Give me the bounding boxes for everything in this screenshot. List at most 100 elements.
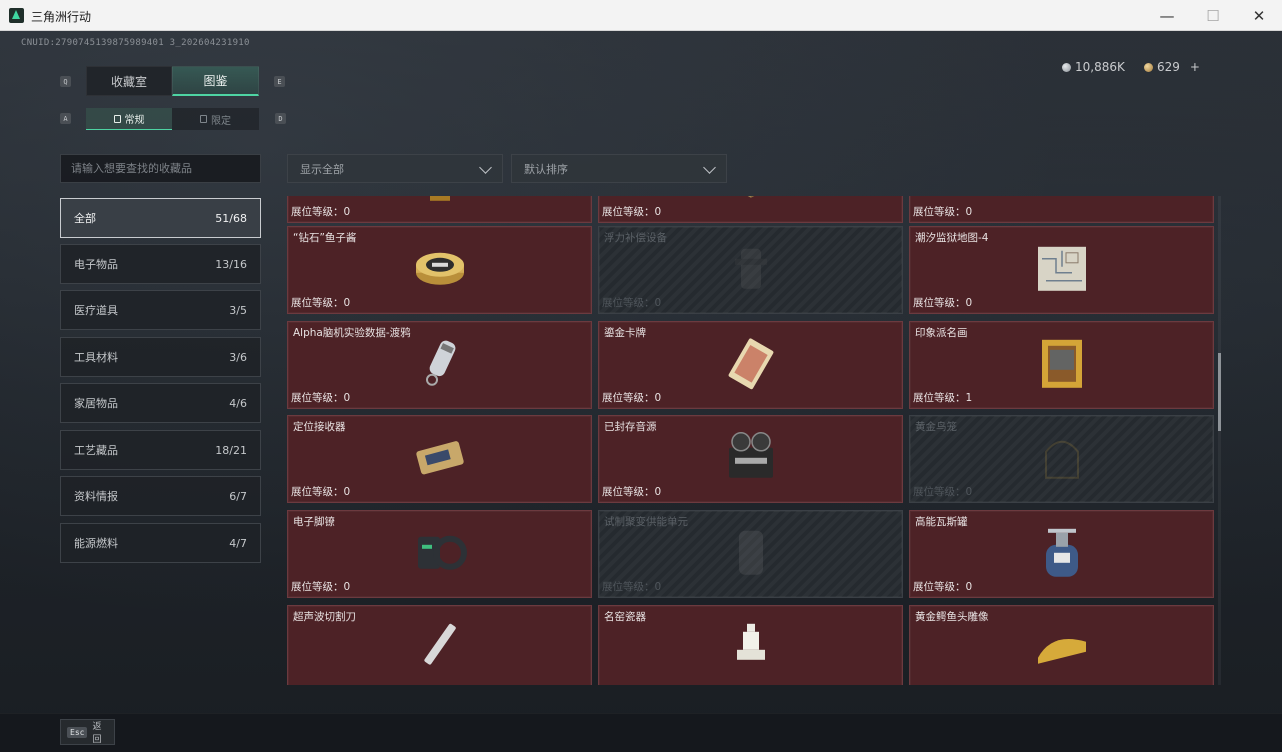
collection-grid: 展位等级：0 展位等级：0 展位等级：0 “钻石”鱼子酱 展位等级：0 浮力补偿设备 展位等…	[287, 196, 1216, 685]
level-label: 展位等级：	[913, 206, 966, 218]
limited-icon	[200, 115, 207, 123]
level-value: 0	[654, 297, 662, 309]
collection-card[interactable]: 定位接收器 展位等级：0	[287, 415, 592, 503]
level-value: 0	[965, 581, 973, 593]
level-value: 0	[965, 486, 973, 498]
category-item[interactable]: 能源燃料 4/7	[60, 523, 261, 563]
collection-card[interactable]: 黄金鳄鱼头雕像	[909, 605, 1214, 685]
search-input[interactable]	[60, 154, 261, 183]
collection-card[interactable]: 展位等级：0	[287, 196, 592, 223]
level-label: 展位等级：	[913, 392, 966, 404]
collection-card[interactable]: 高能瓦斯罐 展位等级：0	[909, 510, 1214, 598]
category-count: 4/6	[229, 396, 247, 410]
buoyancy-device-icon	[721, 239, 781, 299]
category-item[interactable]: 工艺藏品 18/21	[60, 430, 261, 470]
card-display-level: 展位等级：0	[291, 295, 350, 310]
subtab-limited[interactable]: 限定	[172, 108, 259, 130]
category-label: 家居物品	[74, 397, 118, 410]
close-button[interactable]: ✕	[1236, 0, 1282, 31]
app-logo-icon	[9, 8, 24, 23]
minimize-button[interactable]: —	[1144, 0, 1190, 31]
scrollbar-thumb[interactable]	[1218, 353, 1221, 431]
collection-card[interactable]: 电子脚镣 展位等级：0	[287, 510, 592, 598]
add-currency-button[interactable]: +	[1190, 60, 1200, 74]
level-label: 展位等级：	[913, 297, 966, 309]
level-value: 0	[654, 581, 662, 593]
bottom-bar	[0, 713, 1282, 752]
receiver-icon	[410, 428, 470, 488]
card-item-name: 潮汐监狱地图-4	[915, 232, 989, 244]
level-value: 0	[654, 486, 662, 498]
category-item[interactable]: 资料情报 6/7	[60, 476, 261, 516]
collection-card[interactable]: 黄金鸟笼 展位等级：0	[909, 415, 1214, 503]
data-canister-icon	[410, 334, 470, 394]
level-label: 展位等级：	[291, 206, 344, 218]
card-item-name: 浮力补偿设备	[604, 232, 667, 244]
scrollbar-track[interactable]	[1218, 196, 1221, 685]
card-display-level: 展位等级：0	[602, 295, 661, 310]
chess-piece-icon	[721, 618, 781, 678]
collection-card[interactable]: 印象派名画 展位等级：1	[909, 321, 1214, 409]
category-count: 51/68	[215, 211, 247, 225]
card-item-name: 超声波切割刀	[293, 611, 356, 623]
collection-card[interactable]: 潮汐监狱地图-4 展位等级：0	[909, 226, 1214, 314]
game-viewport: CNUID:2790745139875989401 3_202604231910…	[0, 31, 1282, 752]
collection-card[interactable]: 超声波切割刀	[287, 605, 592, 685]
collection-card[interactable]: 鎏金卡牌 展位等级：0	[598, 321, 903, 409]
category-item[interactable]: 医疗道具 3/5	[60, 290, 261, 330]
gas-canister-icon	[1032, 523, 1092, 583]
map-icon	[1032, 239, 1092, 299]
category-item[interactable]: 全部 51/68	[60, 198, 261, 238]
level-label: 展位等级：	[602, 297, 655, 309]
subtab-regular[interactable]: 常规	[86, 108, 172, 130]
player-uid: CNUID:2790745139875989401 3_202604231910	[21, 38, 250, 48]
subtab-regular-label: 常规	[124, 115, 145, 126]
card-display-level: 展位等级：0	[291, 579, 350, 594]
sort-dropdown-value: 默认排序	[524, 162, 568, 176]
collection-card[interactable]: “钻石”鱼子酱 展位等级：0	[287, 226, 592, 314]
card-item-name: 高能瓦斯罐	[915, 516, 968, 528]
card-item-name: 鎏金卡牌	[604, 327, 646, 339]
sort-dropdown[interactable]: 默认排序	[511, 154, 727, 183]
chevron-down-icon	[479, 161, 492, 174]
category-label: 工具材料	[74, 351, 118, 364]
filter-dropdown[interactable]: 显示全部	[287, 154, 503, 183]
card-display-level: 展位等级：0	[291, 204, 350, 219]
gold-amount: 629	[1157, 60, 1180, 74]
fusion-cell-icon	[721, 523, 781, 583]
key-hint-a: A	[60, 113, 71, 124]
category-count: 6/7	[229, 489, 247, 503]
tab-catalog[interactable]: 图鉴	[172, 66, 259, 96]
collection-card[interactable]: 试制聚变供能单元 展位等级：0	[598, 510, 903, 598]
level-label: 展位等级：	[291, 392, 344, 404]
category-item[interactable]: 工具材料 3/6	[60, 337, 261, 377]
collection-card[interactable]: 展位等级：0	[598, 196, 903, 223]
chevron-down-icon	[703, 161, 716, 174]
reel-recorder-icon	[721, 428, 781, 488]
esc-key-icon: Esc	[67, 726, 88, 738]
card-item-name: 黄金鳄鱼头雕像	[915, 611, 989, 623]
category-item[interactable]: 电子物品 13/16	[60, 244, 261, 284]
silver-coin-icon	[1062, 62, 1071, 72]
collection-card[interactable]: Alpha脑机实验数据-渡鸦 展位等级：0	[287, 321, 592, 409]
back-button[interactable]: Esc 返回	[60, 719, 115, 745]
card-item-name: 黄金鸟笼	[915, 421, 957, 433]
maximize-button[interactable]: ☐	[1190, 0, 1236, 31]
category-item[interactable]: 家居物品 4/6	[60, 383, 261, 423]
category-label: 资料情报	[74, 490, 118, 503]
level-label: 展位等级：	[602, 206, 655, 218]
tab-collection-room[interactable]: 收藏室	[86, 66, 172, 96]
collection-card[interactable]: 浮力补偿设备 展位等级：0	[598, 226, 903, 314]
collection-card[interactable]: 名窑瓷器	[598, 605, 903, 685]
level-value: 0	[965, 297, 973, 309]
card-display-level: 展位等级：0	[602, 579, 661, 594]
card-display-level: 展位等级：0	[913, 204, 972, 219]
silver-amount: 10,886K	[1075, 60, 1125, 74]
category-label: 电子物品	[74, 258, 118, 271]
category-label: 工艺藏品	[74, 444, 118, 457]
collection-card[interactable]: 已封存音源 展位等级：0	[598, 415, 903, 503]
collection-card[interactable]: 展位等级：0	[909, 196, 1214, 223]
level-value: 1	[965, 392, 973, 404]
category-count: 3/6	[229, 350, 247, 364]
subtab-limited-label: 限定	[211, 115, 231, 127]
